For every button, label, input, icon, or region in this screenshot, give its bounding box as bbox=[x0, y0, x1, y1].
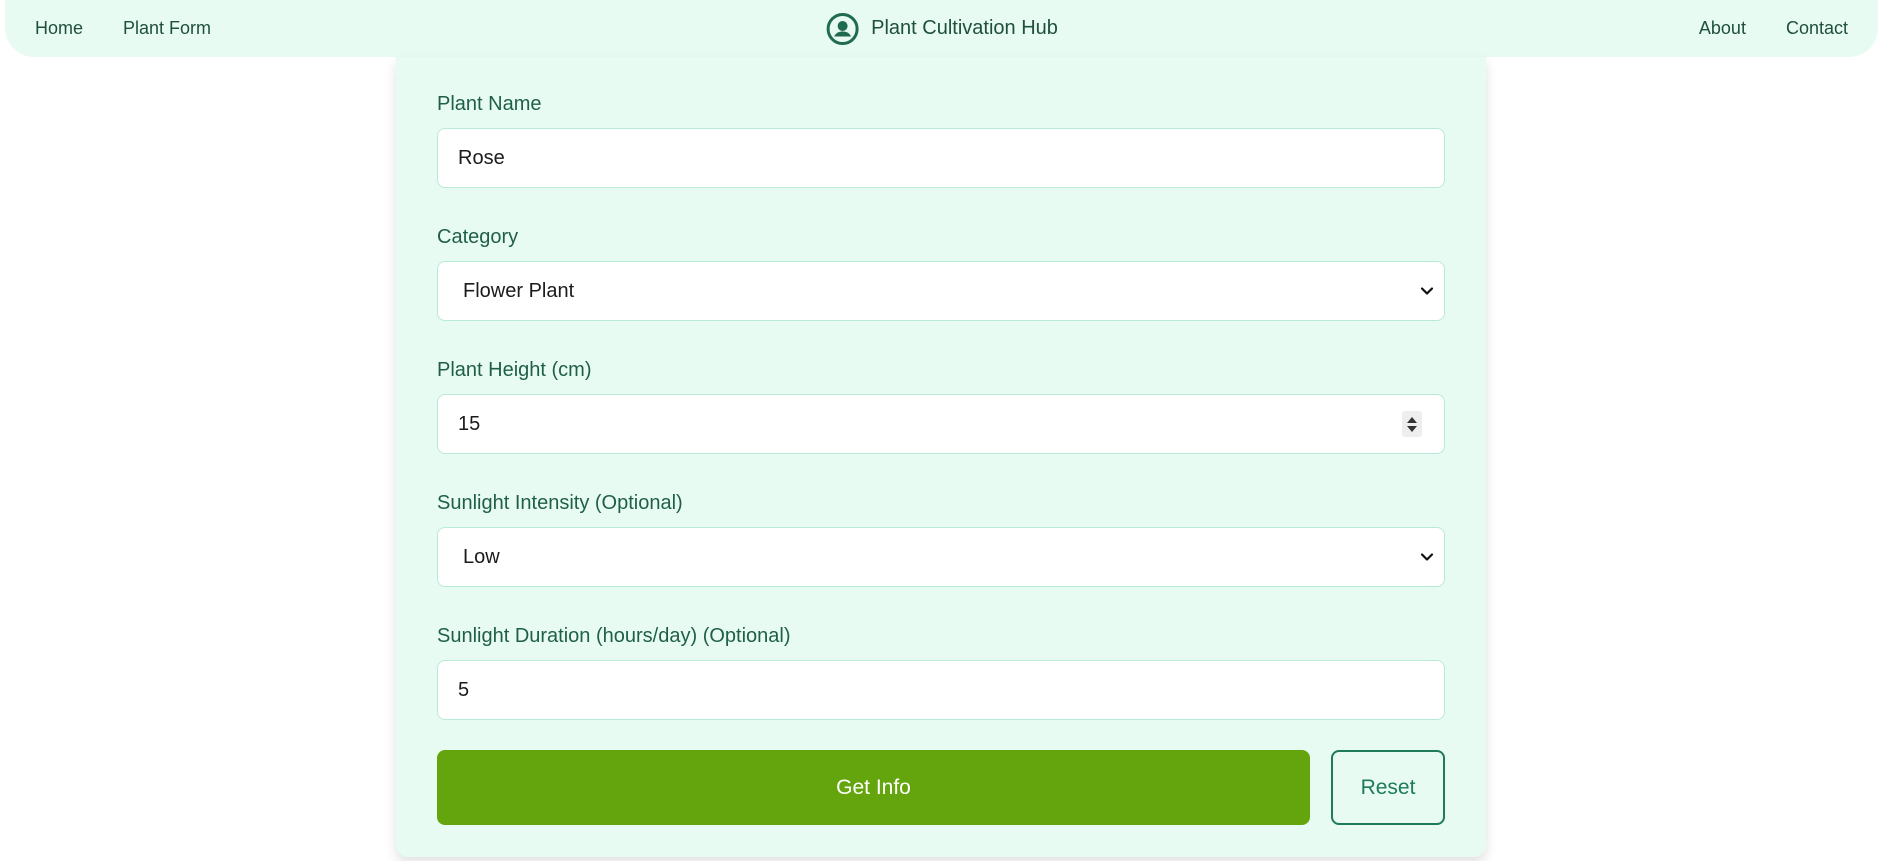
spinner-down-icon[interactable] bbox=[1407, 425, 1417, 432]
sunlight-intensity-select[interactable]: Low bbox=[437, 527, 1445, 587]
plant-height-input[interactable]: 15 bbox=[437, 394, 1445, 454]
brand[interactable]: Plant Cultivation Hub bbox=[825, 12, 1058, 46]
get-info-button[interactable]: Get Info bbox=[437, 750, 1310, 825]
category-select[interactable]: Flower Plant bbox=[437, 261, 1445, 321]
reset-button[interactable]: Reset bbox=[1331, 750, 1445, 825]
user-circle-icon bbox=[826, 12, 859, 45]
form-actions: Get Info Reset bbox=[437, 750, 1445, 825]
nav-link-contact[interactable]: Contact bbox=[1786, 18, 1848, 39]
nav-link-plant-form[interactable]: Plant Form bbox=[123, 18, 211, 39]
sunlight-duration-value: 5 bbox=[458, 678, 470, 701]
sunlight-duration-input[interactable]: 5 bbox=[437, 660, 1445, 720]
top-navbar: Home Plant Form Plant Cultivation Hub Ab… bbox=[5, 0, 1878, 57]
plant-height-label: Plant Height (cm) bbox=[437, 359, 592, 381]
plant-name-label: Plant Name bbox=[437, 93, 542, 115]
sunlight-intensity-label: Sunlight Intensity (Optional) bbox=[437, 492, 683, 514]
plant-name-value: Rose bbox=[458, 146, 505, 169]
category-label: Category bbox=[437, 226, 519, 248]
category-value: Flower Plant bbox=[463, 279, 575, 302]
nav-left-group: Home Plant Form bbox=[35, 18, 211, 39]
chevron-down-icon bbox=[1420, 287, 1434, 295]
brand-title: Plant Cultivation Hub bbox=[871, 17, 1058, 39]
nav-right-group: About Contact bbox=[1699, 18, 1848, 39]
nav-link-about[interactable]: About bbox=[1699, 18, 1746, 39]
chevron-down-icon bbox=[1420, 553, 1434, 561]
spinner-up-icon[interactable] bbox=[1407, 416, 1417, 423]
number-spinner[interactable] bbox=[1402, 411, 1422, 437]
plant-name-input[interactable]: Rose bbox=[437, 128, 1445, 188]
plant-form-card: Plant Name Rose Category Flower Plant Pl… bbox=[396, 57, 1486, 857]
sunlight-duration-label: Sunlight Duration (hours/day) (Optional) bbox=[437, 625, 791, 647]
nav-link-home[interactable]: Home bbox=[35, 18, 83, 39]
plant-height-value: 15 bbox=[458, 412, 481, 435]
sunlight-intensity-value: Low bbox=[463, 545, 500, 568]
